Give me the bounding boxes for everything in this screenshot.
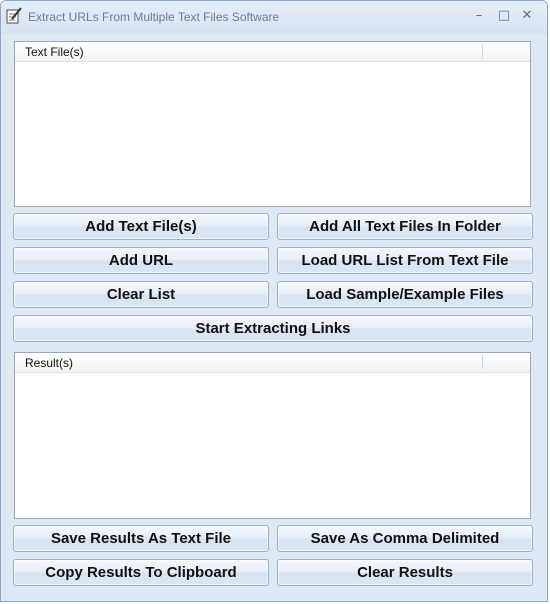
notepad-pencil-icon [6,7,22,24]
start-extracting-links-button[interactable]: Start Extracting Links [13,315,533,342]
save-as-comma-delimited-button[interactable]: Save As Comma Delimited [277,525,533,552]
add-all-text-files-in-folder-button[interactable]: Add All Text Files In Folder [277,213,533,240]
column-divider [482,44,483,58]
minimize-button[interactable]: – [468,7,490,25]
results-header[interactable]: Result(s) [15,353,530,373]
text-files-list[interactable]: Text File(s) [14,41,531,207]
title-bar[interactable]: Extract URLs From Multiple Text Files So… [1,1,547,34]
results-list[interactable]: Result(s) [14,352,531,519]
copy-results-to-clipboard-button[interactable]: Copy Results To Clipboard [13,559,269,586]
text-files-header[interactable]: Text File(s) [15,42,530,62]
save-results-as-text-file-button[interactable]: Save Results As Text File [13,525,269,552]
load-sample-files-button[interactable]: Load Sample/Example Files [277,281,533,308]
column-divider [482,355,483,369]
text-files-column-label: Text File(s) [25,45,84,59]
window-title: Extract URLs From Multiple Text Files So… [28,10,280,24]
add-url-button[interactable]: Add URL [13,247,269,274]
clear-list-button[interactable]: Clear List [13,281,269,308]
add-text-files-button[interactable]: Add Text File(s) [13,213,269,240]
clear-results-button[interactable]: Clear Results [277,559,533,586]
close-button[interactable]: ✕ [516,7,538,25]
load-url-list-button[interactable]: Load URL List From Text File [277,247,533,274]
results-column-label: Result(s) [25,356,74,370]
app-window: Extract URLs From Multiple Text Files So… [0,0,548,602]
maximize-button[interactable]: □ [493,7,515,25]
